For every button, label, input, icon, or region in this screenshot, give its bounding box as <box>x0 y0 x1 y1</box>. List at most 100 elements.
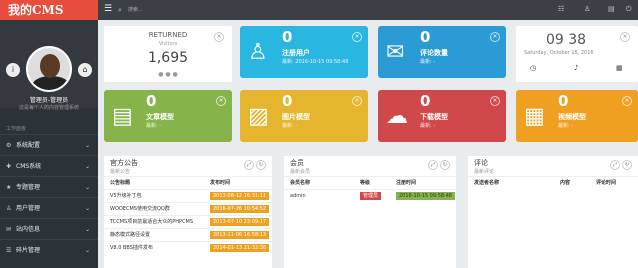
table-header: 会员名称 等级 注册时间 <box>284 176 456 189</box>
table-header: 发送者名称 内容 评论时间 <box>468 176 638 189</box>
table-row[interactable]: WOOECMS使用交流QQ群 2016-07-26 10:54:52 <box>104 202 272 215</box>
row-title[interactable]: 静态模式路径设置 <box>110 232 150 238</box>
power-icon[interactable]: ⏻ <box>626 5 632 14</box>
sitemap-icon[interactable]: ☷ <box>558 5 564 13</box>
hamburger-menu-icon[interactable]: ☰ <box>104 4 112 14</box>
stat-sub: 最新: - <box>558 123 574 129</box>
search-input[interactable]: ⌕ 搜索... <box>118 4 208 16</box>
stat-label: 视频模型 <box>558 113 586 121</box>
profile-desc: 这是每个人的内容管理系统 <box>18 105 79 111</box>
date-badge: 2013-08-12 16:31:11 <box>210 192 270 200</box>
cloud-download-icon: ☁ <box>386 104 408 129</box>
table-row[interactable]: V8.0 BBS插件发布 2014-01-13 21:32:36 <box>104 241 272 254</box>
user-icon[interactable]: ♙ <box>584 5 590 13</box>
clock-time: 09 38 <box>546 32 587 48</box>
row-title[interactable]: V5升级补丁包 <box>110 193 142 199</box>
chevron-down-icon: ⌄ <box>84 226 90 233</box>
envelope-icon: ✉ <box>386 40 405 65</box>
close-icon[interactable]: × <box>620 32 630 42</box>
stat-label: 下载模型 <box>420 113 448 121</box>
date-badge: 2016-07-26 10:54:52 <box>210 205 270 213</box>
stat-card[interactable]: ▨ 0 图片模型 最新: - × <box>240 90 368 142</box>
returned-title: RETURNED <box>148 31 188 39</box>
expand-icon[interactable]: ⤢ <box>610 160 620 170</box>
newspaper-icon: ▤ <box>112 104 133 129</box>
user-icon: ♙ <box>248 40 268 65</box>
members-panel: 会员 最新会员 ⤢ ↻ 会员名称 等级 注册时间 admin 管理员 2016-10-15 … <box>284 156 456 268</box>
sidebar-item-label: 站内信息 <box>16 226 41 233</box>
refresh-icon[interactable]: ↻ <box>622 160 632 170</box>
sidebar-item[interactable]: ✉ 站内信息 ⌄ <box>0 218 98 239</box>
stat-sub: 最新: - <box>420 59 436 65</box>
expand-icon[interactable]: ⤢ <box>244 160 254 170</box>
topbar: ☰ ⌕ 搜索... ☷ ♙ ▤ ⏻ <box>98 0 638 20</box>
stat-card[interactable]: ☁ 0 下载模型 最新: - × <box>378 90 506 142</box>
close-icon[interactable]: × <box>490 32 500 42</box>
chevron-down-icon: ⌄ <box>84 247 90 254</box>
image-icon: ▨ <box>248 104 269 129</box>
close-icon[interactable]: × <box>622 96 632 106</box>
info-icon[interactable]: i <box>6 63 20 77</box>
stat-card[interactable]: ♙ 0 注册用户 最新: 2016-10-15 09:58:48 × <box>240 26 368 78</box>
menu-heading: 工作面板 <box>6 126 27 132</box>
stat-card[interactable]: ▤ 0 文章模型最新: - × <box>104 90 232 142</box>
table-header: 公告标题 发布时间 <box>104 176 272 189</box>
date-badge: 2014-01-13 21:32:36 <box>210 244 270 252</box>
stat-value: 0 <box>558 92 569 110</box>
list-icon: ☰ <box>6 247 12 254</box>
stat-card[interactable]: ✉ 0 评论数量 最新: - × <box>378 26 506 78</box>
row-title[interactable]: V8.0 BBS插件发布 <box>110 245 153 251</box>
trash-icon[interactable]: ▤ <box>608 5 615 13</box>
close-icon[interactable]: × <box>490 96 500 106</box>
user-icon: ♙ <box>6 205 12 212</box>
bell-icon[interactable]: ♪ <box>574 64 578 72</box>
stat-label: 文章模型 <box>146 113 174 121</box>
table-row[interactable]: TCCMS项目前最适合大众的PHPCMS 2013-07-10 23:09:17 <box>104 215 272 228</box>
row-title[interactable]: TCCMS项目前最适合大众的PHPCMS <box>110 219 193 225</box>
row-title[interactable]: WOOECMS使用交流QQ群 <box>110 206 170 212</box>
star-icon: ★ <box>6 184 12 191</box>
profile-name: 管理员-管理员 <box>29 97 69 104</box>
gear-icon: ⚙ <box>6 142 12 149</box>
clock-card: × 09 38 Saturday, October 15, 2016 ◷ ♪ ▦ <box>516 26 638 82</box>
level-badge: 管理员 <box>360 192 382 200</box>
table-row[interactable]: 静态模式路径设置 2013-11-06 16:58:13 <box>104 228 272 241</box>
stat-value: 0 <box>420 92 431 110</box>
refresh-icon[interactable]: ↻ <box>440 160 450 170</box>
stat-sub: 最新: - <box>282 123 298 129</box>
close-icon[interactable]: × <box>352 32 362 42</box>
sidebar-item[interactable]: ★ 专题管理 ⌄ <box>0 176 98 197</box>
member-name[interactable]: admin <box>290 193 306 199</box>
carousel-dots[interactable]: ● ● ● <box>104 71 232 78</box>
sidebar-item[interactable]: ✚ CMS系统 ⌄ <box>0 155 98 176</box>
date-badge: 2016-10-15 09:58:48 <box>396 192 456 200</box>
stat-sub: 最新: - <box>146 123 162 129</box>
sidebar-item-label: 专题管理 <box>16 184 41 191</box>
table-row[interactable]: V5升级补丁包 2013-08-12 16:31:11 <box>104 189 272 202</box>
table-row[interactable]: admin 管理员 2016-10-15 09:58:48 <box>284 189 456 202</box>
announcement-panel: 官方公告 最新公告 ⤢ ↻ 公告标题 发布时间 V5升级补丁包 2013-08-12 1… <box>104 156 272 268</box>
sidebar-item[interactable]: ⚙ 系统配置 ⌄ <box>0 134 98 155</box>
film-icon: ▦ <box>524 104 545 129</box>
profile-panel: i ⌂ 管理员-管理员 这是每个人的内容管理系统 <box>0 20 98 111</box>
clock-icon[interactable]: ◷ <box>530 64 536 72</box>
stat-value: 0 <box>146 92 157 110</box>
returned-value: 1,695 <box>147 50 189 66</box>
close-icon[interactable]: × <box>216 96 226 106</box>
sidebar-item-label: 系统配置 <box>16 142 41 149</box>
sidebar-item[interactable]: ♙ 用户管理 ⌄ <box>0 197 98 218</box>
close-icon[interactable]: × <box>352 96 362 106</box>
chevron-down-icon: ⌄ <box>84 205 90 212</box>
app-logo[interactable]: 我的CMS <box>0 0 98 20</box>
home-icon[interactable]: ⌂ <box>78 63 92 77</box>
refresh-icon[interactable]: ↻ <box>256 160 266 170</box>
calendar-icon[interactable]: ▦ <box>616 64 623 72</box>
stat-label: 注册用户 <box>282 49 310 57</box>
date-badge: 2013-07-10 23:09:17 <box>210 218 270 226</box>
sidebar-item[interactable]: ☰ 碎片管理 ⌄ <box>0 239 98 260</box>
comments-panel: 评论 最新评论 ⤢ ↻ 发送者名称 内容 评论时间 <box>468 156 638 268</box>
avatar[interactable] <box>26 46 72 92</box>
expand-icon[interactable]: ⤢ <box>428 160 438 170</box>
search-icon: ⌕ <box>118 6 122 14</box>
stat-card[interactable]: ▦ 0 视频模型最新: - × <box>516 90 638 142</box>
